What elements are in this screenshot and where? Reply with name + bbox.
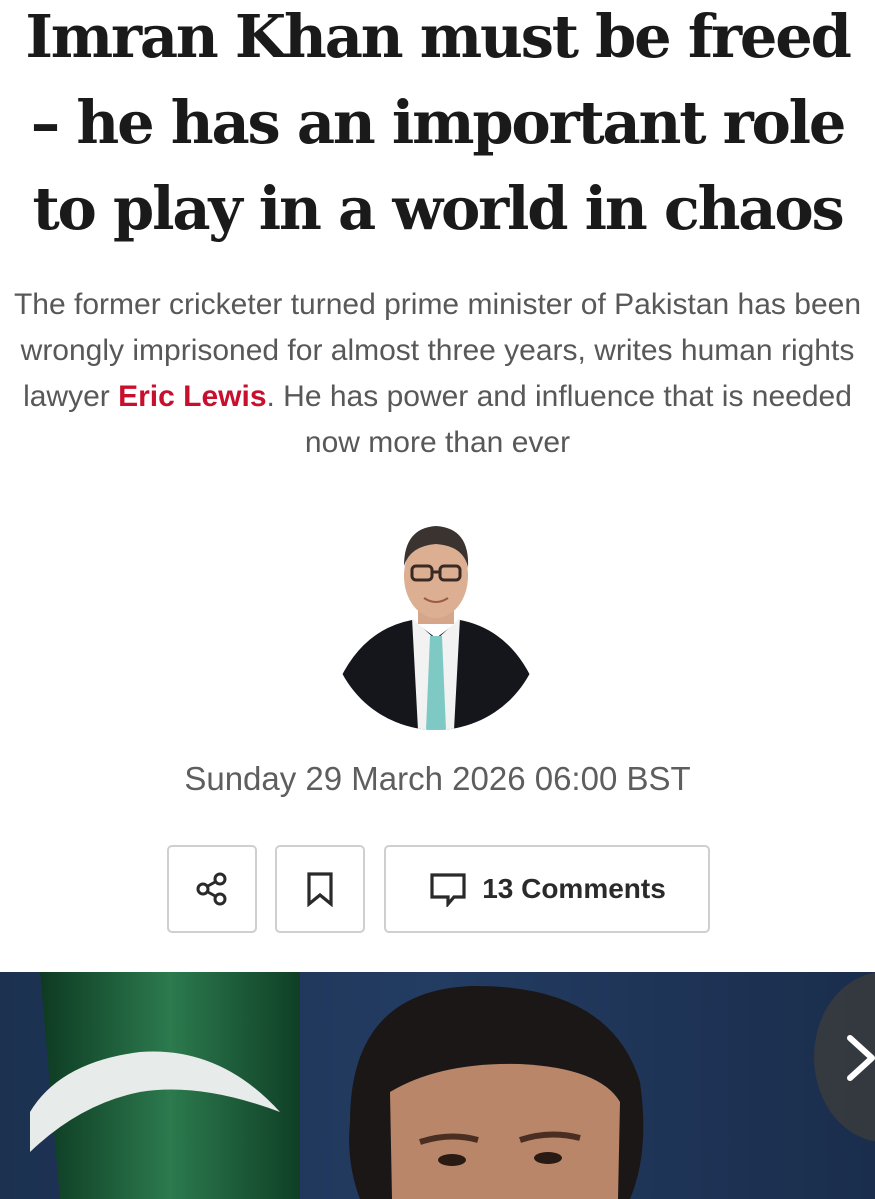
- author-portrait: [330, 518, 542, 730]
- standfirst-text-2: . He has power and influence that is nee…: [266, 380, 852, 459]
- standfirst: The former cricketer turned prime minist…: [0, 282, 875, 466]
- headline-line-3: to play in a world in chaos: [32, 174, 845, 243]
- author-link[interactable]: Eric Lewis: [118, 380, 266, 413]
- bookmark-icon: [307, 872, 333, 907]
- dateline: Sunday 29 March 2026 06:00 BST: [184, 760, 691, 797]
- author-photo[interactable]: [330, 518, 542, 730]
- comments-label: 13 Comments: [482, 873, 666, 904]
- comment-icon: [430, 873, 466, 907]
- bookmark-button[interactable]: [275, 845, 365, 933]
- share-button[interactable]: [167, 845, 257, 933]
- headline-line-1: Imran Khan must be freed: [25, 2, 851, 71]
- hero-image: [0, 972, 875, 1199]
- article-actions: 13 Comments: [0, 845, 875, 937]
- hero-photo: [0, 972, 875, 1199]
- article: Imran Khan must be freed – he has an imp…: [0, 0, 875, 1199]
- headline: Imran Khan must be freed – he has an imp…: [0, 0, 875, 252]
- chevron-right-icon: [847, 1035, 875, 1081]
- headline-line-2: – he has an important role: [30, 88, 847, 157]
- share-icon: [196, 872, 227, 906]
- comments-button[interactable]: 13 Comments: [384, 845, 710, 933]
